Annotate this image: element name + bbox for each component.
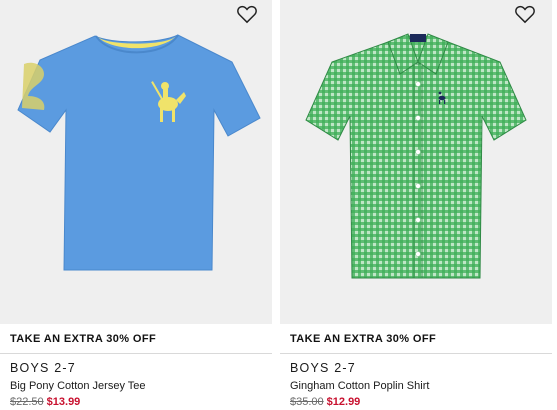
promo-label: TAKE AN EXTRA 30% OFF	[0, 324, 272, 354]
blue-tshirt-image	[17, 34, 261, 271]
original-price: $35.00	[290, 396, 324, 408]
sale-price: $12.99	[326, 396, 361, 408]
price-group: $22.50 $13.99	[10, 396, 80, 408]
heart-outline-icon[interactable]	[236, 4, 258, 24]
price-group: $35.00 $12.99	[290, 396, 360, 408]
product-card[interactable]: TAKE AN EXTRA 30% OFF BOYS 2-7 Big Pony …	[0, 0, 272, 410]
green-gingham-shirt-image	[305, 33, 527, 279]
product-name[interactable]: Big Pony Cotton Jersey Tee	[10, 380, 146, 392]
sale-price: $13.99	[46, 396, 81, 408]
product-category: BOYS 2-7	[10, 361, 76, 375]
promo-label: TAKE AN EXTRA 30% OFF	[280, 324, 552, 354]
product-card[interactable]: TAKE AN EXTRA 30% OFF BOYS 2-7 Gingham C…	[280, 0, 552, 410]
product-image[interactable]	[0, 0, 272, 324]
product-category: BOYS 2-7	[290, 361, 356, 375]
product-image[interactable]	[280, 0, 552, 324]
heart-outline-icon[interactable]	[514, 4, 536, 24]
product-name[interactable]: Gingham Cotton Poplin Shirt	[290, 380, 429, 392]
original-price: $22.50	[10, 396, 44, 408]
